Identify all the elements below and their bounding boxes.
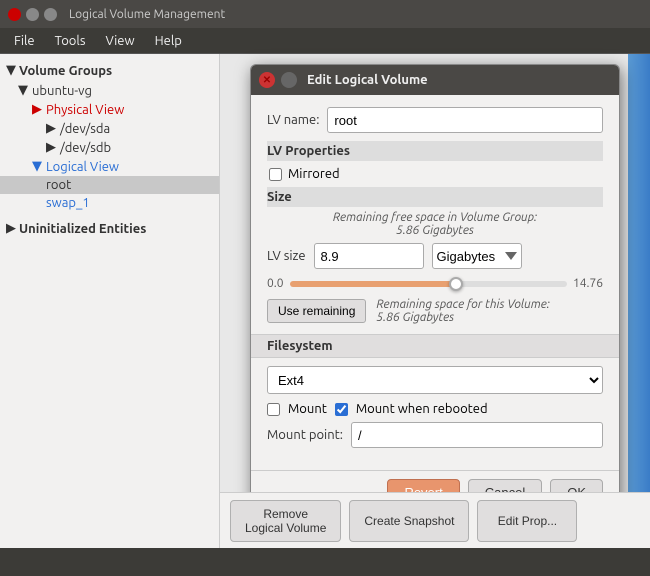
use-remaining-row: Use remaining Remaining space for this V…: [267, 298, 603, 324]
mount-label: Mount: [288, 402, 327, 416]
sidebar-item-ubuntu-vg[interactable]: ▼ ubuntu-vg: [0, 81, 219, 100]
edit-properties-button[interactable]: Edit Prop...: [477, 500, 577, 542]
window-controls: [8, 8, 57, 21]
lv-size-label: LV size: [267, 249, 306, 263]
sidebar-section-uninitialized[interactable]: ▶ Uninitialized Entities: [0, 218, 219, 239]
arrow-right-icon: ▶: [32, 102, 42, 117]
menu-view[interactable]: View: [95, 31, 144, 51]
filesystem-section-label: Filesystem: [251, 334, 619, 358]
lv-name-label: LV name:: [267, 113, 319, 127]
slider-min-label: 0.0: [267, 277, 284, 290]
size-slider-row: 0.0 14.76: [267, 277, 603, 290]
volume-groups-label: Volume Groups: [19, 64, 112, 78]
fs-select-row: Ext4 Ext3 Ext2 XFS Btrfs: [267, 366, 603, 394]
mount-when-rebooted-label: Mount when rebooted: [356, 402, 488, 416]
edit-lv-dialog: ✕ Edit Logical Volume LV name: LV Proper…: [250, 64, 620, 519]
filesystem-select[interactable]: Ext4 Ext3 Ext2 XFS Btrfs: [267, 366, 603, 394]
dialog-titlebar: ✕ Edit Logical Volume: [251, 65, 619, 95]
dialog-title: Edit Logical Volume: [307, 73, 428, 87]
sidebar-item-sdb[interactable]: ▶ /dev/sdb: [0, 138, 219, 157]
arrow-down-icon-lv: ▼: [32, 159, 42, 174]
sidebar-section-volume-groups[interactable]: ▼ Volume Groups: [0, 60, 219, 81]
content-area: ✕ Edit Logical Volume LV name: LV Proper…: [220, 54, 650, 548]
lv-size-input[interactable]: [314, 243, 424, 269]
lv-name-input[interactable]: [327, 107, 603, 133]
mirrored-label: Mirrored: [288, 167, 340, 181]
bottom-toolbar: Remove Logical Volume Create Snapshot Ed…: [220, 492, 650, 548]
create-snapshot-button[interactable]: Create Snapshot: [349, 500, 469, 542]
sidebar-item-sda[interactable]: ▶ /dev/sda: [0, 119, 219, 138]
main-layout: ▼ Volume Groups ▼ ubuntu-vg ▶ Physical V…: [0, 54, 650, 548]
dialog-minimize-button[interactable]: [281, 72, 297, 88]
chevron-down-icon: ▼: [6, 63, 16, 78]
dialog-body: LV name: LV Properties Mirrored Size Rem…: [251, 95, 619, 470]
sidebar-item-physical-view[interactable]: ▶ Physical View: [0, 100, 219, 119]
window-close-button[interactable]: [8, 8, 21, 21]
sidebar-item-swap1[interactable]: swap_1: [0, 194, 219, 212]
lv-properties-label: LV Properties: [267, 141, 603, 161]
sidebar: ▼ Volume Groups ▼ ubuntu-vg ▶ Physical V…: [0, 54, 220, 548]
window-maximize-button[interactable]: [44, 8, 57, 21]
mount-point-input[interactable]: [351, 422, 603, 448]
lv-name-row: LV name:: [267, 107, 603, 133]
slider-max-label: 14.76: [573, 277, 603, 290]
remaining-space-info: Remaining space for this Volume: 5.86 Gi…: [376, 298, 549, 324]
lv-size-row: LV size Gigabytes Megabytes Terabytes: [267, 243, 603, 269]
mount-row: Mount Mount when rebooted: [267, 402, 603, 416]
use-remaining-button[interactable]: Use remaining: [267, 299, 366, 323]
menu-help[interactable]: Help: [145, 31, 192, 51]
menu-file[interactable]: File: [4, 31, 45, 51]
slider-thumb[interactable]: [449, 277, 463, 291]
window-minimize-button[interactable]: [26, 8, 39, 21]
menu-bar: File Tools View Help: [0, 28, 650, 54]
arrow-right-icon-sdb: ▶: [46, 140, 56, 155]
sidebar-item-root[interactable]: root: [0, 176, 219, 194]
mount-when-rebooted-checkbox[interactable]: [335, 403, 348, 416]
mirrored-row: Mirrored: [267, 167, 603, 181]
menu-tools[interactable]: Tools: [45, 31, 96, 51]
chevron-down-icon-vg: ▼: [18, 83, 28, 98]
sidebar-item-logical-view[interactable]: ▼ Logical View: [0, 157, 219, 176]
remaining-free-space-info: Remaining free space in Volume Group: 5.…: [267, 211, 603, 237]
mount-checkbox[interactable]: [267, 403, 280, 416]
chevron-right-icon-uninit: ▶: [6, 221, 16, 236]
unit-select[interactable]: Gigabytes Megabytes Terabytes: [432, 243, 522, 269]
size-slider[interactable]: [290, 281, 567, 287]
size-section-label: Size: [267, 187, 603, 207]
window-title: Logical Volume Management: [69, 8, 225, 21]
remove-lv-button[interactable]: Remove Logical Volume: [230, 500, 341, 542]
arrow-right-icon-sda: ▶: [46, 121, 56, 136]
mount-point-label: Mount point:: [267, 428, 343, 442]
dialog-close-button[interactable]: ✕: [259, 72, 275, 88]
mount-point-row: Mount point:: [267, 422, 603, 448]
modal-overlay: ✕ Edit Logical Volume LV name: LV Proper…: [220, 54, 650, 492]
mirrored-checkbox[interactable]: [269, 168, 282, 181]
title-bar: Logical Volume Management: [0, 0, 650, 28]
